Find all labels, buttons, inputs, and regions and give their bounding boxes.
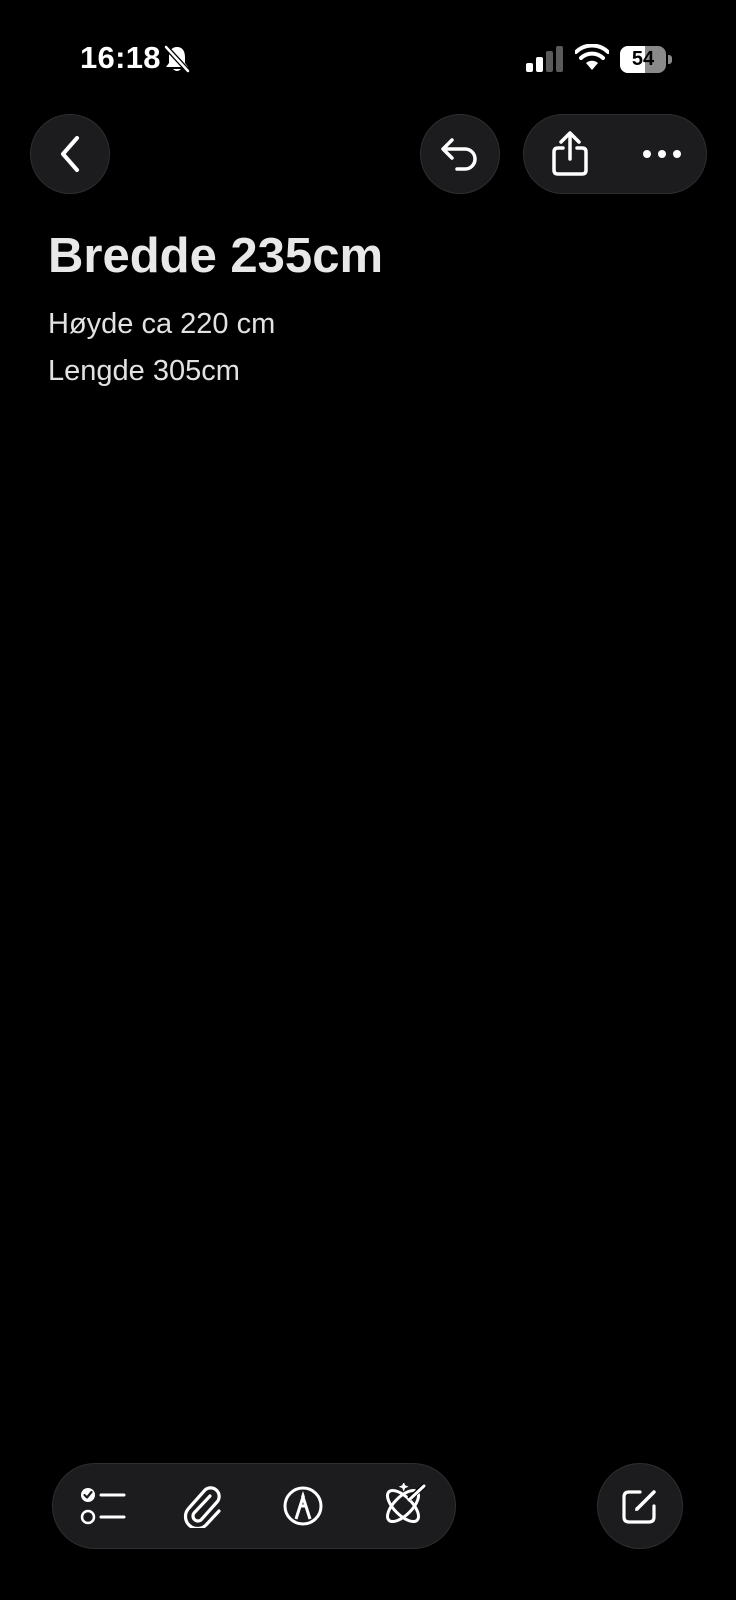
share-icon [550, 131, 590, 177]
more-icon [642, 149, 682, 159]
apple-intelligence-icon [379, 1483, 427, 1529]
note-line-height[interactable]: Høyde ca 220 cm [48, 308, 275, 341]
more-button[interactable] [616, 115, 708, 193]
checklist-button[interactable] [53, 1464, 153, 1548]
attach-button[interactable] [153, 1464, 253, 1548]
paperclip-icon [182, 1484, 224, 1528]
bottom-toolbar [52, 1463, 456, 1549]
compose-button[interactable] [597, 1463, 683, 1549]
markup-button[interactable] [253, 1464, 353, 1548]
share-more-group [523, 114, 707, 194]
battery-level: 54 [631, 48, 655, 70]
signal-icon [525, 46, 565, 72]
status-time: 16:18 [80, 40, 161, 75]
back-button[interactable] [30, 114, 110, 194]
wifi-icon [575, 44, 609, 72]
markup-pen-icon [282, 1485, 324, 1527]
note-line-length[interactable]: Lengde 305cm [48, 355, 240, 388]
note-title[interactable]: Bredde 235cm [48, 228, 383, 284]
back-chevron-icon [55, 134, 85, 174]
undo-button[interactable] [420, 114, 500, 194]
compose-icon [620, 1486, 660, 1526]
bell-slash-icon [163, 44, 191, 74]
writing-tools-button[interactable] [353, 1464, 453, 1548]
checklist-icon [80, 1486, 126, 1526]
undo-icon [439, 134, 481, 174]
battery-icon: 54 [620, 46, 672, 73]
share-button[interactable] [524, 115, 616, 193]
